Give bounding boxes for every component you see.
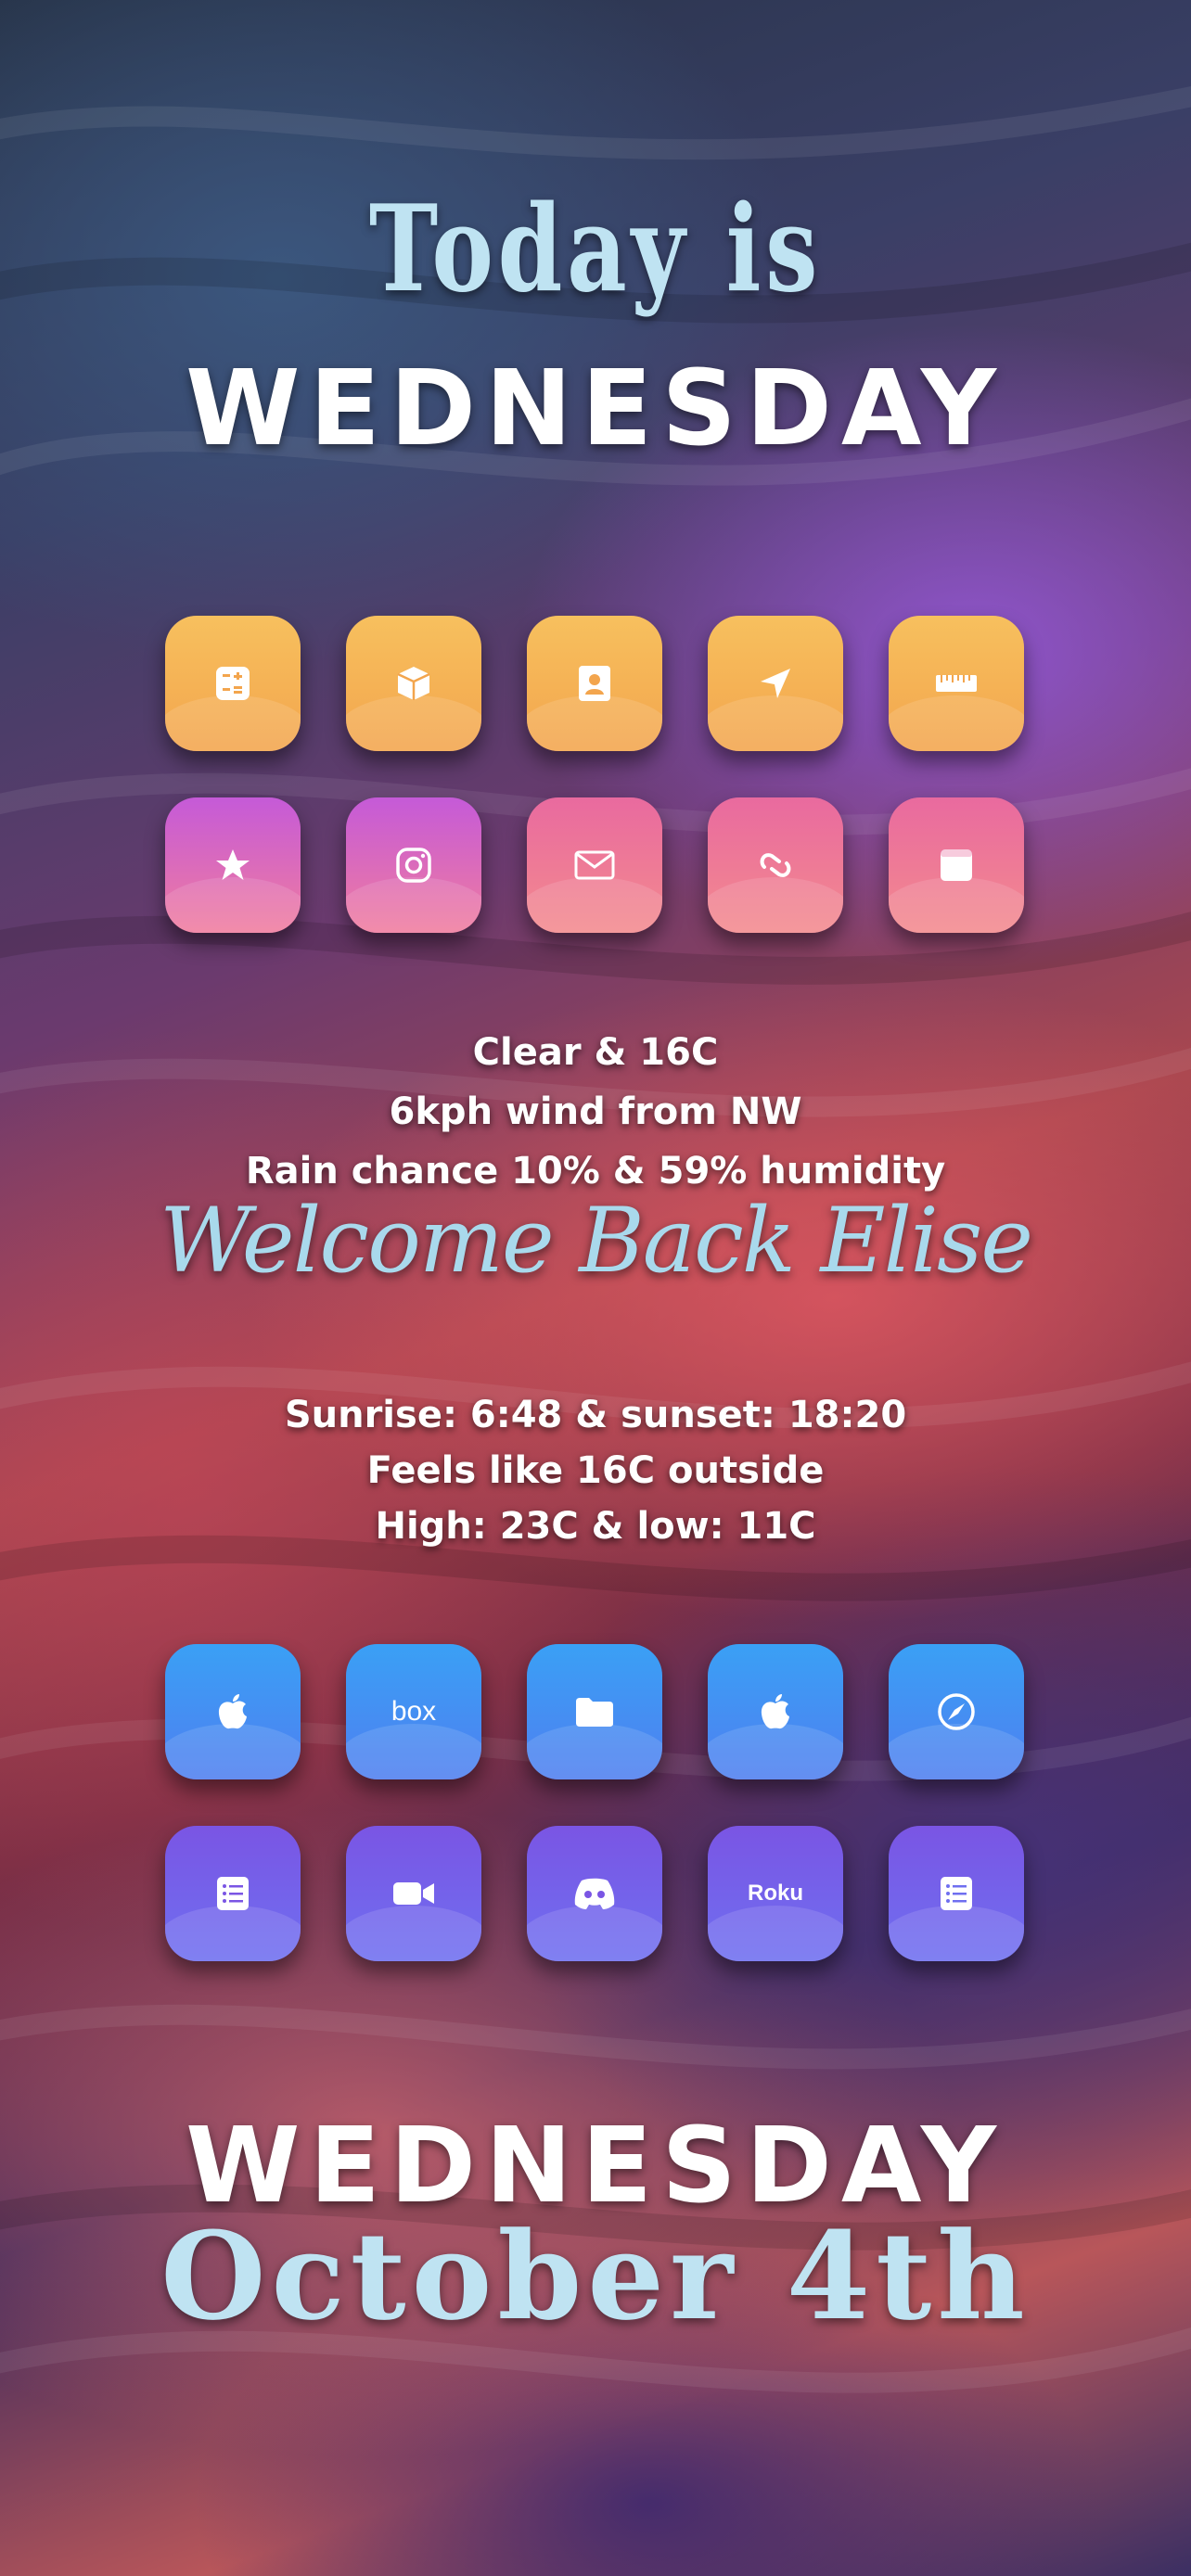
notes-icon	[941, 1877, 972, 1910]
calculator-icon	[216, 667, 250, 700]
date-text: October 4th	[160, 2205, 1031, 2347]
contacts-icon	[579, 666, 610, 701]
instagram-icon	[396, 848, 431, 883]
app-ruler[interactable]	[889, 616, 1024, 751]
app-calculator[interactable]	[165, 616, 301, 751]
bottom-app-grid: box Roku	[165, 1644, 1026, 1961]
app-calendar[interactable]	[889, 797, 1024, 933]
app-safari[interactable]	[889, 1644, 1024, 1779]
app-package[interactable]	[346, 616, 481, 751]
ruler-icon	[936, 675, 977, 692]
welcome-message: Welcome Back Elise	[159, 1189, 1033, 1293]
roku-icon: Roku	[748, 1881, 803, 1906]
discord-icon	[574, 1878, 615, 1909]
link-icon	[760, 853, 791, 877]
app-apple[interactable]	[708, 1644, 843, 1779]
app-favorites[interactable]	[165, 797, 301, 933]
app-discord[interactable]	[527, 1826, 662, 1961]
app-reminders[interactable]	[165, 1826, 301, 1961]
video-camera-icon	[393, 1882, 434, 1905]
weekday-decorative-bottom: WEDNESDAY	[186, 2106, 1005, 2226]
box-icon: box	[391, 1696, 437, 1727]
app-location[interactable]	[708, 616, 843, 751]
list-icon	[217, 1877, 249, 1910]
weather-condition: Clear & 16C	[472, 1031, 719, 1074]
app-link[interactable]	[708, 797, 843, 933]
mail-icon	[574, 850, 615, 880]
app-notes[interactable]	[889, 1826, 1024, 1961]
app-apple-store[interactable]	[165, 1644, 301, 1779]
package-icon	[397, 667, 430, 700]
star-icon	[216, 849, 250, 880]
today-is-heading: Today is	[368, 180, 823, 319]
app-contacts[interactable]	[527, 616, 662, 751]
calendar-icon	[941, 849, 972, 881]
app-files[interactable]	[527, 1644, 662, 1779]
app-instagram[interactable]	[346, 797, 481, 933]
app-facetime[interactable]	[346, 1826, 481, 1961]
apple-icon	[761, 1694, 789, 1729]
high-low: High: 23C & low: 11C	[375, 1505, 816, 1548]
sunrise-sunset: Sunrise: 6:48 & sunset: 18:20	[284, 1394, 907, 1436]
app-roku[interactable]: Roku	[708, 1826, 843, 1961]
app-mail[interactable]	[527, 797, 662, 933]
folder-icon	[576, 1698, 613, 1727]
feels-like: Feels like 16C outside	[366, 1449, 825, 1492]
weekday-decorative-top: WEDNESDAY	[186, 349, 1005, 469]
weather-wind: 6kph wind from NW	[389, 1090, 802, 1133]
top-app-grid	[165, 616, 1026, 933]
apple-icon	[218, 1694, 247, 1729]
app-box[interactable]: box	[346, 1644, 481, 1779]
safari-compass-icon	[938, 1693, 975, 1730]
location-arrow-icon	[761, 669, 790, 698]
